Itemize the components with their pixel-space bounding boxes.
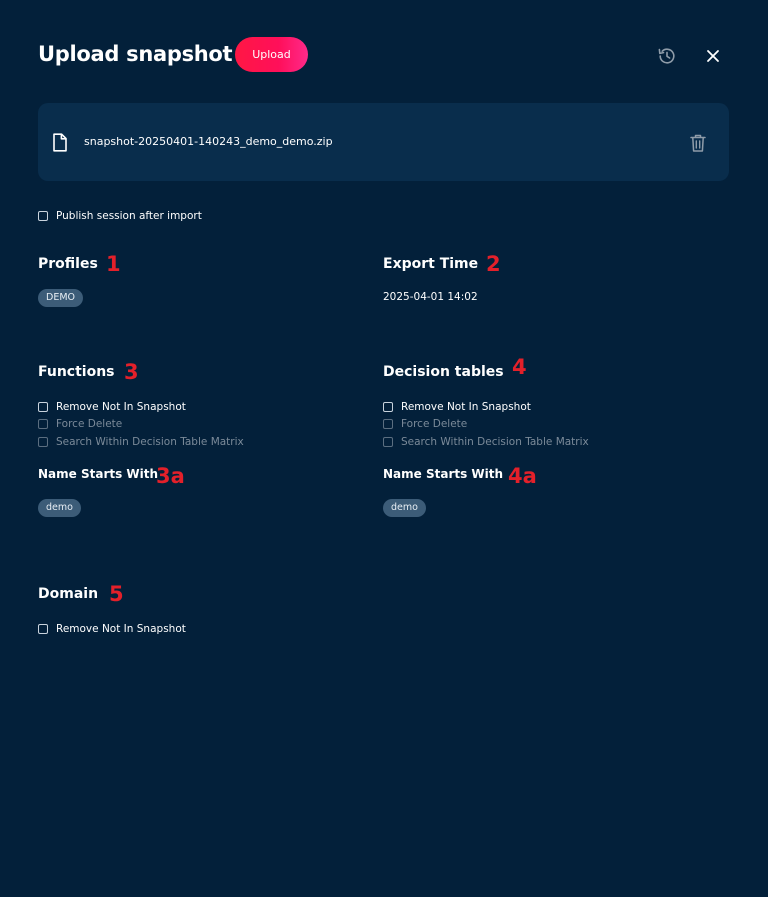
- publish-session-option[interactable]: Publish session after import: [38, 209, 202, 223]
- page-title: Upload snapshot: [38, 42, 233, 66]
- history-button[interactable]: [656, 45, 678, 67]
- decision-tables-remove-checkbox[interactable]: [383, 402, 393, 412]
- functions-search-matrix-label: Search Within Decision Table Matrix: [56, 436, 244, 448]
- functions-title: Functions: [38, 364, 115, 380]
- functions-remove-checkbox[interactable]: [38, 402, 48, 412]
- domain-remove-not-in-snapshot[interactable]: Remove Not In Snapshot: [38, 622, 186, 636]
- export-time-title: Export Time: [383, 256, 479, 272]
- decision-tables-name-chip[interactable]: demo: [383, 499, 426, 517]
- domain-remove-label: Remove Not In Snapshot: [56, 623, 186, 635]
- functions-remove-label: Remove Not In Snapshot: [56, 401, 186, 413]
- functions-remove-not-in-snapshot[interactable]: Remove Not In Snapshot: [38, 400, 186, 414]
- upload-snapshot-dialog: Upload snapshot Upload snapshot-20250401…: [0, 0, 768, 897]
- annotation-4: 4: [512, 355, 527, 379]
- history-icon: [658, 48, 675, 64]
- decision-tables-remove-not-in-snapshot[interactable]: Remove Not In Snapshot: [383, 400, 531, 414]
- publish-session-label: Publish session after import: [56, 210, 202, 222]
- decision-tables-force-delete-label: Force Delete: [401, 418, 468, 430]
- decision-tables-search-matrix-label: Search Within Decision Table Matrix: [401, 436, 589, 448]
- decision-tables-force-delete: Force Delete: [383, 417, 467, 431]
- export-time-value: 2025-04-01 14:02: [383, 291, 478, 303]
- decision-tables-name-starts-with-title: Name Starts With: [383, 467, 504, 481]
- decision-tables-title: Decision tables: [383, 364, 504, 380]
- functions-name-chip[interactable]: demo: [38, 499, 81, 517]
- annotation-3: 3: [124, 360, 139, 384]
- functions-force-delete-label: Force Delete: [56, 418, 123, 430]
- annotation-3a: 3a: [156, 464, 185, 488]
- trash-icon: [690, 134, 706, 152]
- upload-button[interactable]: Upload: [235, 37, 308, 72]
- delete-file-button[interactable]: [689, 133, 707, 153]
- domain-remove-checkbox[interactable]: [38, 624, 48, 634]
- functions-search-matrix-checkbox: [38, 437, 48, 447]
- decision-tables-search-matrix-checkbox: [383, 437, 393, 447]
- file-icon: [53, 133, 67, 152]
- profiles-title: Profiles: [38, 256, 98, 272]
- close-button[interactable]: [702, 45, 724, 67]
- annotation-1: 1: [106, 252, 121, 276]
- annotation-5: 5: [109, 582, 124, 606]
- publish-session-checkbox[interactable]: [38, 211, 48, 221]
- decision-tables-force-delete-checkbox: [383, 419, 393, 429]
- functions-search-matrix: Search Within Decision Table Matrix: [38, 435, 244, 449]
- profile-chip[interactable]: DEMO: [38, 289, 83, 307]
- annotation-4a: 4a: [508, 464, 537, 488]
- functions-force-delete: Force Delete: [38, 417, 122, 431]
- annotation-2: 2: [486, 252, 501, 276]
- functions-name-starts-with-title: Name Starts With: [38, 467, 159, 481]
- close-icon: [707, 50, 719, 62]
- domain-title: Domain: [38, 586, 99, 602]
- file-card: snapshot-20250401-140243_demo_demo.zip: [38, 103, 729, 181]
- functions-force-delete-checkbox: [38, 419, 48, 429]
- decision-tables-remove-label: Remove Not In Snapshot: [401, 401, 531, 413]
- file-name: snapshot-20250401-140243_demo_demo.zip: [84, 135, 333, 148]
- decision-tables-search-matrix: Search Within Decision Table Matrix: [383, 435, 589, 449]
